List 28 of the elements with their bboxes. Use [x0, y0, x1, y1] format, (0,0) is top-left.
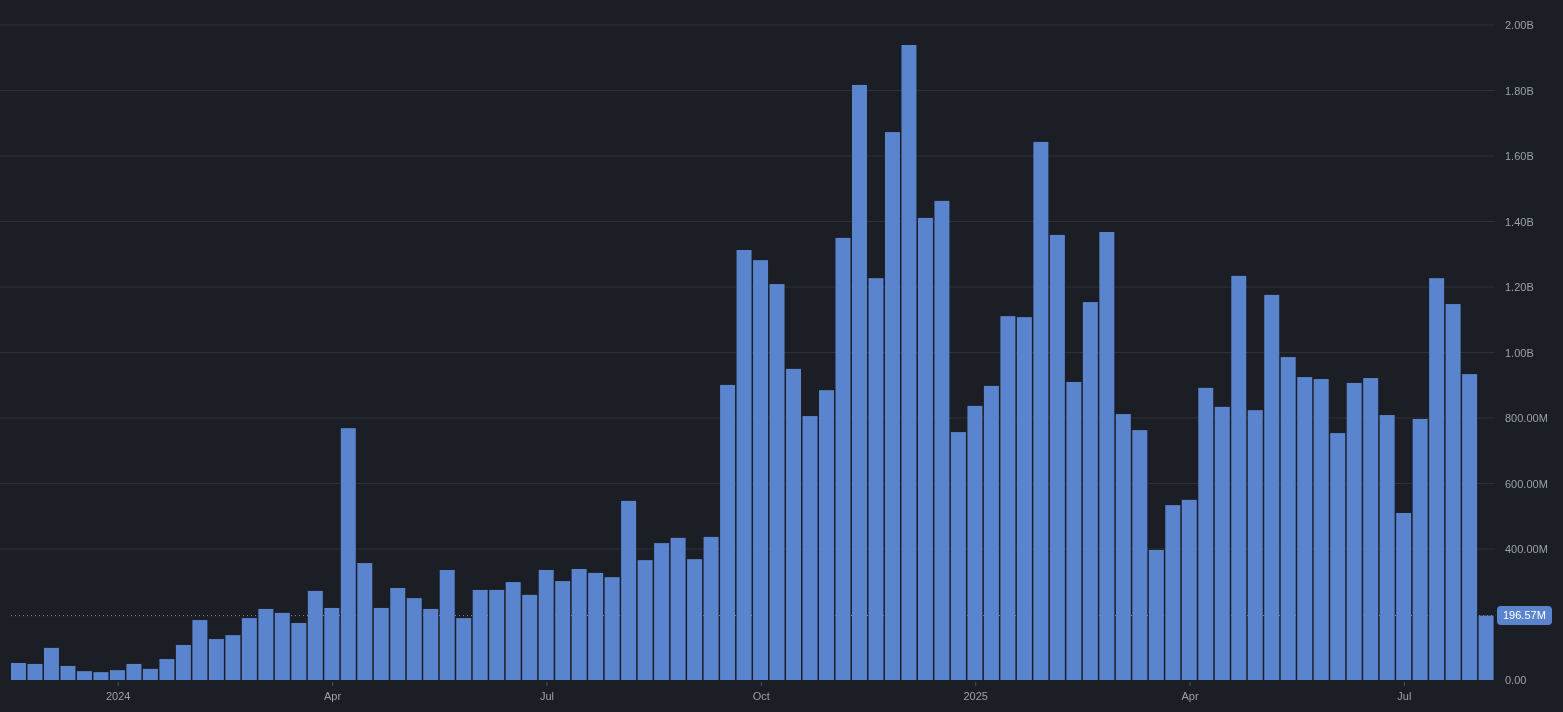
- axis-label: 1.20B: [1505, 281, 1534, 293]
- value-badge: 196.57M: [1497, 606, 1552, 626]
- axis-label: 0.00: [1505, 674, 1527, 686]
- tick-mark: [1403, 681, 1405, 687]
- axis-label: 1.00B: [1505, 346, 1534, 359]
- axis-label: Apr: [1181, 690, 1199, 702]
- axis-label: 800.00M: [1505, 412, 1548, 424]
- axis-label: 400.00M: [1505, 543, 1548, 555]
- axis-label: 600.00M: [1505, 477, 1548, 490]
- axis-label: 2024: [105, 690, 131, 702]
- axis-label: Oct: [752, 690, 770, 702]
- tick-mark: [332, 681, 334, 687]
- axis-label: Apr: [324, 690, 342, 702]
- bar: [241, 618, 257, 680]
- tick-mark: [760, 681, 762, 687]
- bar: [225, 635, 241, 680]
- tick-mark: [975, 681, 977, 687]
- bar: [274, 612, 290, 680]
- axis-label: Jul: [1397, 690, 1412, 702]
- axis-label: 1.80B: [1505, 84, 1534, 97]
- axis-label: 1.40B: [1505, 215, 1534, 228]
- axis-label: 1.60B: [1505, 150, 1534, 162]
- tick-mark: [117, 681, 119, 687]
- axis-label: Jul: [539, 690, 554, 702]
- axis-label: 2025: [963, 690, 988, 702]
- bar: [11, 662, 26, 680]
- bar: [258, 608, 274, 680]
- axis-label: 2.00B: [1505, 19, 1534, 31]
